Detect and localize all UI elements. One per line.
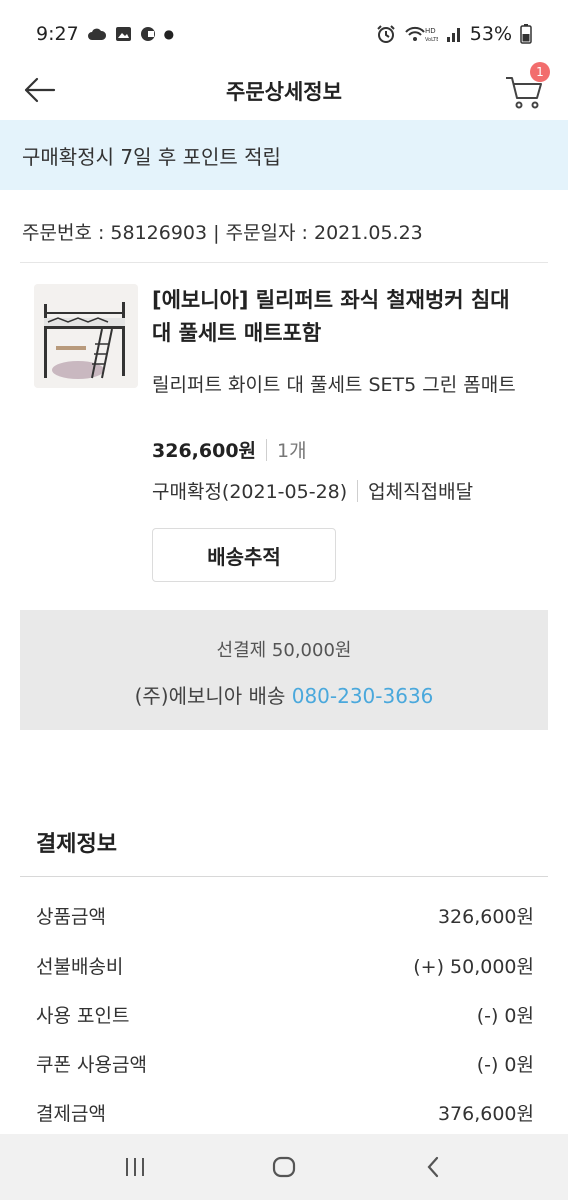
track-delivery-button[interactable]: 배송추적 bbox=[152, 528, 336, 582]
recent-apps-button[interactable] bbox=[105, 1145, 165, 1189]
cart-button[interactable]: 1 bbox=[504, 62, 550, 110]
shipping-prepaid: 선결제 50,000원 bbox=[216, 640, 352, 661]
status-time: 9:27 bbox=[36, 23, 79, 45]
payment-row: 선불배송비 (+) 50,000원 bbox=[36, 952, 534, 979]
page-title: 주문상세정보 bbox=[226, 80, 342, 104]
separator bbox=[357, 479, 359, 502]
back-nav-icon bbox=[427, 1156, 439, 1178]
payment-row-label: 쿠폰 사용금액 bbox=[36, 1054, 147, 1076]
payment-row-label: 결제금액 bbox=[36, 1103, 106, 1125]
wifi-icon: HD VoLTE bbox=[405, 26, 438, 43]
price-row: 326,600원 1개 bbox=[152, 436, 307, 463]
system-nav-bar bbox=[0, 1134, 568, 1200]
point-notice-banner: 구매확정시 7일 후 포인트 적립 bbox=[0, 120, 568, 190]
product-price: 326,600원 bbox=[152, 440, 257, 462]
payment-row: 결제금액 376,600원 bbox=[36, 1099, 534, 1126]
back-button[interactable] bbox=[22, 72, 58, 108]
back-nav-button[interactable] bbox=[403, 1145, 463, 1189]
home-icon bbox=[272, 1156, 296, 1178]
app-icon bbox=[140, 27, 155, 41]
cart-badge: 1 bbox=[530, 62, 550, 82]
cloud-icon bbox=[87, 28, 106, 40]
shipping-vendor-line: (주)에보니아 배송 080-230-3636 bbox=[20, 680, 548, 709]
svg-text:HD: HD bbox=[425, 27, 436, 35]
signal-icon bbox=[446, 28, 460, 42]
shipping-phone-link[interactable]: 080-230-3636 bbox=[292, 684, 434, 708]
home-button[interactable] bbox=[254, 1145, 314, 1189]
product-quantity: 1개 bbox=[277, 440, 307, 462]
order-meta: 주문번호 : 58126903 | 주문일자 : 2021.05.23 bbox=[22, 222, 423, 244]
separator bbox=[266, 438, 268, 461]
more-dot-icon: ● bbox=[163, 27, 175, 41]
payment-row-value: 326,600원 bbox=[437, 906, 534, 928]
payment-row: 상품금액 326,600원 bbox=[36, 902, 534, 929]
order-status: 구매확정(2021-05-28) bbox=[152, 481, 348, 503]
payment-row-value: (-) 0원 bbox=[476, 1054, 534, 1076]
recent-apps-icon bbox=[125, 1158, 144, 1176]
image-icon bbox=[115, 27, 131, 41]
product-option: 릴리퍼트 화이트 대 풀세트 SET5 그린 폼매트 bbox=[152, 374, 516, 396]
payment-row-label: 선불배송비 bbox=[36, 956, 124, 978]
alarm-icon bbox=[377, 25, 395, 43]
payment-row-value: (+) 50,000원 bbox=[413, 956, 534, 978]
payment-row-label: 사용 포인트 bbox=[36, 1005, 130, 1027]
divider bbox=[20, 262, 548, 263]
bunk-bed-image bbox=[34, 284, 138, 388]
payment-row: 사용 포인트 (-) 0원 bbox=[36, 1001, 534, 1028]
shipping-vendor: (주)에보니아 배송 bbox=[134, 684, 286, 708]
shipping-info-box: 선결제 50,000원 (주)에보니아 배송 080-230-3636 bbox=[20, 610, 548, 730]
payment-row-label: 상품금액 bbox=[36, 906, 106, 928]
product-name[interactable]: [에보니아] 릴리퍼트 좌식 철재벙커 침대 대 풀세트 매트포함 bbox=[152, 284, 532, 350]
payment-section-title: 결제정보 bbox=[36, 832, 117, 857]
payment-row-value: 376,600원 bbox=[437, 1103, 534, 1125]
svg-text:VoLTE: VoLTE bbox=[425, 37, 438, 43]
status-bar: 9:27 ● HD VoLTE 53% bbox=[0, 0, 568, 68]
payment-row-value: (-) 0원 bbox=[476, 1005, 534, 1027]
product-thumbnail[interactable] bbox=[34, 284, 138, 388]
battery-percent: 53% bbox=[469, 23, 512, 45]
battery-icon bbox=[520, 24, 532, 44]
payment-row: 쿠폰 사용금액 (-) 0원 bbox=[36, 1050, 534, 1077]
order-status-row: 구매확정(2021-05-28) 업체직접배달 bbox=[152, 477, 473, 504]
delivery-type: 업체직접배달 bbox=[368, 481, 474, 503]
back-arrow-icon bbox=[24, 77, 56, 103]
app-header: 주문상세정보 1 bbox=[0, 62, 568, 120]
divider bbox=[20, 876, 548, 877]
